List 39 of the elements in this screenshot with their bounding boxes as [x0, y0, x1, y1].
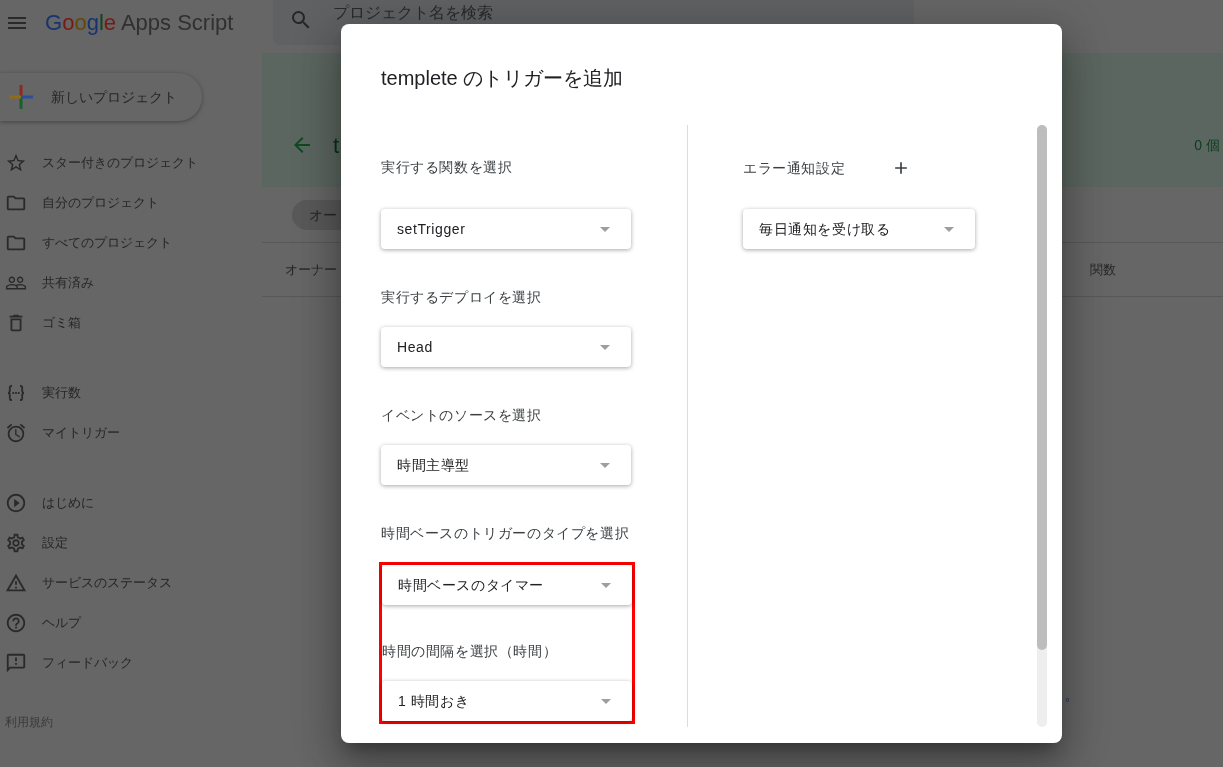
field-label: エラー通知設定 — [743, 159, 846, 177]
page-text: 。 — [1064, 686, 1080, 703]
sidebar-item[interactable]: ゴミ箱 — [0, 303, 262, 343]
sidebar-item[interactable]: 設定 — [0, 523, 262, 563]
star-icon — [5, 152, 27, 174]
sidebar-item[interactable]: 共有済み — [0, 263, 262, 303]
warning-icon — [5, 572, 27, 594]
sidebar-item[interactable]: すべてのプロジェクト — [0, 223, 262, 263]
sidebar-item[interactable]: はじめに — [0, 483, 262, 523]
field-label: 時間ベースのトリガーのタイプを選択 — [381, 524, 630, 542]
select-dropdown[interactable]: 時間ベースのタイマー — [382, 565, 632, 605]
select-dropdown[interactable]: setTrigger — [381, 209, 631, 249]
braces-icon — [7, 385, 25, 401]
sidebar-item[interactable]: 実行数 — [0, 373, 262, 413]
field-label: 実行する関数を選択 — [381, 158, 513, 176]
new-project-button[interactable]: 新しいプロジェクト — [0, 73, 202, 121]
field-label: イベントのソースを選択 — [381, 406, 542, 424]
caret-icon — [601, 582, 611, 588]
select-dropdown[interactable]: 毎日通知を受け取る — [743, 209, 975, 249]
dialog-title: templete のトリガーを追加 — [381, 66, 625, 91]
alarm-clock-icon — [5, 422, 27, 444]
trigger-count: 0 個 — [1194, 135, 1220, 155]
sidebar-item[interactable]: ヘルプ — [0, 603, 262, 643]
project-title: t — [333, 131, 340, 160]
caret-icon — [600, 226, 610, 232]
sidebar-item[interactable]: 自分のプロジェクト — [0, 183, 262, 223]
settings-icon — [5, 532, 27, 554]
caret-icon — [601, 698, 611, 704]
feedback-icon — [5, 652, 27, 674]
field-label: 実行するデプロイを選択 — [381, 288, 542, 306]
select-dropdown[interactable]: 時間主導型 — [381, 445, 631, 485]
caret-icon — [600, 344, 610, 350]
select-dropdown[interactable]: Head — [381, 327, 631, 367]
caret-icon — [600, 462, 610, 468]
select-dropdown[interactable]: 1 時間おき — [382, 681, 632, 721]
help-icon — [5, 612, 27, 634]
caret-icon — [944, 226, 954, 232]
plus-icon — [9, 85, 33, 109]
field-label: 時間の間隔を選択（時間） — [382, 642, 559, 660]
